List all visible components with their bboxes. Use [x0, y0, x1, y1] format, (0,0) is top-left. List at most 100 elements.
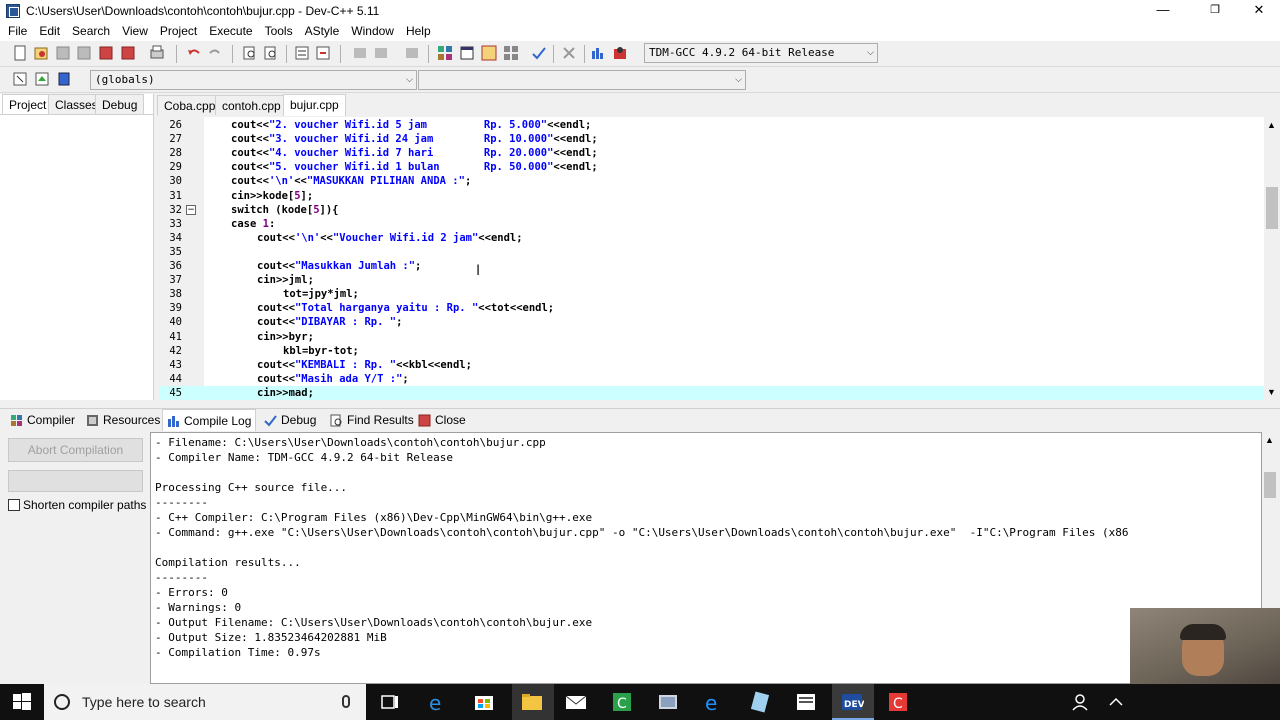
- code-line[interactable]: 39 cout<<"Total harganya yaitu : Rp. "<<t…: [160, 301, 1264, 315]
- code-line[interactable]: 30 cout<<'\n'<<"MASUKKAN PILIHAN ANDA :";: [160, 174, 1264, 188]
- app-icon[interactable]: [656, 690, 680, 714]
- code-line[interactable]: 28 cout<<"4. voucher Wifi.id 7 hari Rp. 2…: [160, 146, 1264, 160]
- search-box[interactable]: Type here to search: [44, 684, 366, 720]
- find-icon[interactable]: [242, 45, 258, 61]
- close-all-icon[interactable]: [120, 45, 136, 61]
- indent-icon[interactable]: [404, 45, 420, 61]
- abort-compilation-button[interactable]: Abort Compilation: [8, 438, 143, 462]
- menu-help[interactable]: Help: [400, 22, 437, 41]
- code-line[interactable]: 37 cin>>jml;: [160, 273, 1264, 287]
- code-line[interactable]: 43 cout<<"KEMBALI : Rp. "<<kbl<<endl;: [160, 358, 1264, 372]
- menu-view[interactable]: View: [116, 22, 154, 41]
- code-line[interactable]: 42 kbl=byr-tot;: [160, 344, 1264, 358]
- close-window-button[interactable]: ✕: [1236, 0, 1280, 22]
- code-line[interactable]: 34 cout<<'\n'<<"Voucher Wifi.id 2 jam"<<e…: [160, 231, 1264, 245]
- menu-file[interactable]: File: [2, 22, 33, 41]
- tab-resources[interactable]: Resources: [82, 409, 164, 431]
- shorten-paths-checkbox[interactable]: [8, 499, 20, 511]
- minimize-button[interactable]: —: [1140, 0, 1186, 22]
- tab-project[interactable]: Project: [2, 94, 54, 114]
- tab-coba-cpp[interactable]: Coba.cpp: [157, 95, 223, 115]
- windows-start-icon[interactable]: [10, 690, 34, 714]
- goto-line-icon[interactable]: [294, 45, 310, 61]
- menu-search[interactable]: Search: [66, 22, 116, 41]
- compile-run-icon[interactable]: [481, 45, 497, 61]
- print-icon[interactable]: [149, 45, 165, 61]
- scroll-up-icon[interactable]: ▲: [1267, 120, 1276, 130]
- tab-find-results[interactable]: Find Results: [326, 409, 418, 431]
- tab-compiler[interactable]: Compiler: [6, 409, 79, 431]
- menu-tools[interactable]: Tools: [259, 22, 299, 41]
- code-line[interactable]: 38 tot=jpy*jml;: [160, 287, 1264, 301]
- insert-icon[interactable]: [12, 71, 28, 87]
- redo-icon[interactable]: [207, 45, 223, 61]
- debug-icon[interactable]: [612, 45, 628, 61]
- internet-explorer-icon[interactable]: e: [426, 690, 450, 714]
- code-line[interactable]: 35: [160, 245, 1264, 259]
- profile-chart-icon[interactable]: [590, 45, 606, 61]
- code-line[interactable]: 32− switch (kode[5]){: [160, 203, 1264, 217]
- prev-page-icon[interactable]: [352, 45, 368, 61]
- menu-window[interactable]: Window: [345, 22, 400, 41]
- menu-project[interactable]: Project: [154, 22, 203, 41]
- store-icon[interactable]: [472, 690, 496, 714]
- toggle-bookmark-icon[interactable]: [34, 71, 50, 87]
- file-explorer-icon[interactable]: [520, 690, 544, 714]
- syntax-check-icon[interactable]: [531, 45, 547, 61]
- code-line[interactable]: 45 cin>>mad;: [160, 385, 1264, 400]
- scroll-thumb[interactable]: [1264, 472, 1276, 498]
- stop-execution-icon[interactable]: [561, 45, 577, 61]
- code-line[interactable]: 40 cout<<"DIBAYAR : Rp. ";: [160, 315, 1264, 329]
- code-editor[interactable]: 26 cout<<"2. voucher Wifi.id 5 jam Rp. 5.…: [160, 117, 1264, 400]
- replace-icon[interactable]: [263, 45, 279, 61]
- code-line[interactable]: 41 cin>>byr;: [160, 330, 1264, 344]
- compiler-select[interactable]: TDM-GCC 4.9.2 64-bit Release ⌵: [644, 43, 878, 63]
- globals-select[interactable]: (globals) ⌵: [90, 70, 417, 90]
- tab-debug-bottom[interactable]: Debug: [260, 409, 320, 431]
- undo-icon[interactable]: [186, 45, 202, 61]
- code-line[interactable]: 26 cout<<"2. voucher Wifi.id 5 jam Rp. 5.…: [160, 118, 1264, 132]
- function-select[interactable]: ⌵: [418, 70, 746, 90]
- scroll-up-icon[interactable]: ▲: [1265, 435, 1274, 445]
- mail-icon[interactable]: [564, 690, 588, 714]
- compile-log[interactable]: - Filename: C:\Users\User\Downloads\cont…: [150, 432, 1262, 684]
- tab-debug[interactable]: Debug: [95, 94, 145, 114]
- menu-execute[interactable]: Execute: [203, 22, 258, 41]
- goto-bookmark-icon[interactable]: [56, 71, 72, 87]
- scroll-down-icon[interactable]: ▼: [1267, 387, 1276, 397]
- tab-contoh-cpp[interactable]: contoh.cpp: [215, 95, 288, 115]
- tab-bujur-cpp[interactable]: bujur.cpp: [283, 94, 346, 116]
- editor-scrollbar[interactable]: ▲ ▼: [1264, 117, 1280, 400]
- fold-minus-icon[interactable]: −: [186, 204, 196, 215]
- restore-button[interactable]: ❐: [1192, 0, 1238, 22]
- run-icon[interactable]: [459, 45, 475, 61]
- menu-edit[interactable]: Edit: [33, 22, 66, 41]
- goto-icon[interactable]: [315, 45, 331, 61]
- c-app-icon[interactable]: C: [886, 690, 910, 714]
- rebuild-all-icon[interactable]: [503, 45, 519, 61]
- new-file-icon[interactable]: [12, 45, 28, 61]
- code-line[interactable]: 29 cout<<"5. voucher Wifi.id 1 bulan Rp. …: [160, 160, 1264, 174]
- edge-icon[interactable]: e: [702, 690, 726, 714]
- code-line[interactable]: 27 cout<<"3. voucher Wifi.id 24 jam Rp. 1…: [160, 132, 1264, 146]
- people-icon[interactable]: [1070, 690, 1094, 714]
- tab-close[interactable]: Close: [414, 409, 470, 431]
- save-all-icon[interactable]: [76, 45, 92, 61]
- microphone-icon[interactable]: [342, 695, 350, 708]
- next-page-icon[interactable]: [373, 45, 389, 61]
- chevron-up-icon[interactable]: [1104, 690, 1128, 714]
- codeblocks-icon[interactable]: C: [610, 690, 634, 714]
- close-file-icon[interactable]: [98, 45, 114, 61]
- document-icon[interactable]: [794, 690, 818, 714]
- code-line[interactable]: 36 cout<<"Masukkan Jumlah :";: [160, 259, 1264, 273]
- notes-icon[interactable]: [748, 690, 772, 714]
- code-line[interactable]: 44 cout<<"Masih ada Y/T :";: [160, 372, 1264, 386]
- menu-astyle[interactable]: AStyle: [299, 22, 346, 41]
- scroll-thumb[interactable]: [1266, 187, 1278, 229]
- tab-compile-log[interactable]: Compile Log: [162, 409, 257, 431]
- open-project-icon[interactable]: [33, 45, 49, 61]
- devcpp-icon[interactable]: DEV: [840, 690, 864, 714]
- code-line[interactable]: 31 cin>>kode[5];: [160, 189, 1264, 203]
- save-icon[interactable]: [55, 45, 71, 61]
- task-view-icon[interactable]: [378, 690, 402, 714]
